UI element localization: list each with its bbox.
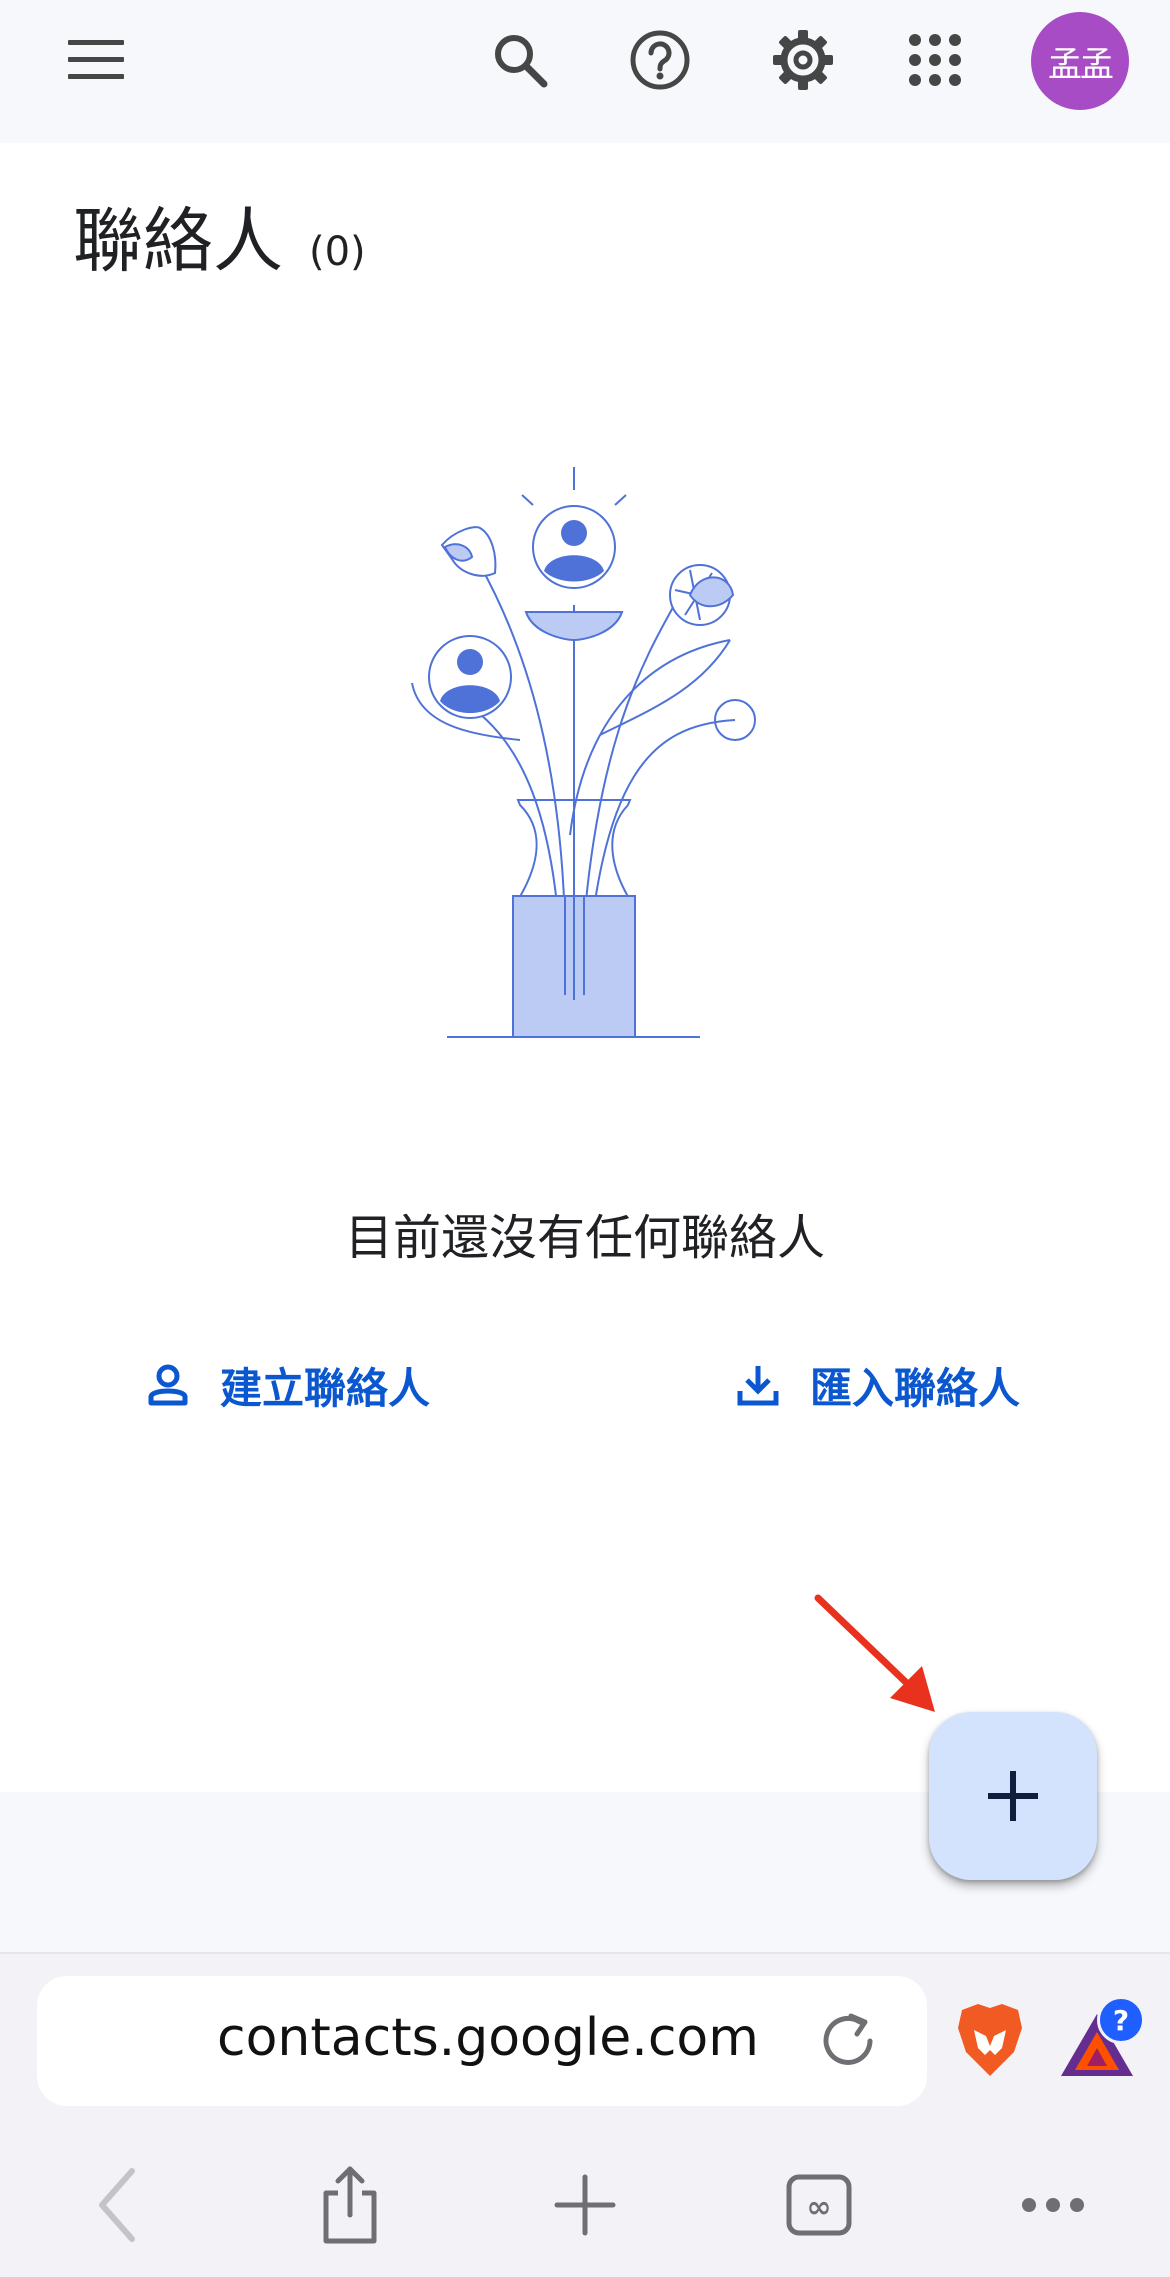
plus-icon [554, 2174, 616, 2236]
bat-badge-text: ? [1112, 2003, 1130, 2037]
brave-lion-icon[interactable] [950, 2000, 1030, 2080]
create-contact-label: 建立聯絡人 [220, 1363, 431, 1413]
add-contact-fab[interactable] [929, 1712, 1097, 1880]
settings-button[interactable] [753, 10, 853, 110]
contact-count: (0) [309, 229, 366, 275]
page-heading: 聯絡人 (0) [73, 185, 366, 286]
tabs-button[interactable]: ∞ [774, 2160, 864, 2250]
apps-button[interactable] [885, 10, 985, 110]
bat-rewards-button[interactable]: ? [1055, 1996, 1145, 2086]
apps-icon [909, 34, 961, 86]
annotation-arrow [814, 1594, 935, 1712]
share-button[interactable] [305, 2160, 395, 2250]
back-button[interactable] [72, 2160, 162, 2250]
url-text: contacts.google.com [217, 2008, 759, 2068]
new-tab-button[interactable] [540, 2160, 630, 2250]
import-contacts-button[interactable]: 匯入聯絡人 [734, 1350, 1020, 1420]
more-button[interactable] [1008, 2160, 1098, 2250]
account-avatar[interactable]: 孟孟 [1031, 12, 1129, 110]
back-icon [99, 2168, 135, 2242]
page-title: 聯絡人 [73, 200, 283, 282]
search-button[interactable] [470, 10, 570, 110]
address-bar[interactable]: contacts.google.com [37, 1976, 927, 2106]
plus-icon [988, 1771, 1038, 1821]
settings-icon [773, 30, 833, 90]
import-contacts-label: 匯入聯絡人 [810, 1363, 1021, 1413]
share-icon [323, 2166, 377, 2244]
download-icon [734, 1361, 782, 1409]
top-app-bar: 孟孟 [0, 0, 1170, 143]
menu-icon [68, 40, 124, 79]
menu-button[interactable] [46, 10, 146, 110]
search-icon [495, 35, 548, 88]
more-icon [1022, 2198, 1084, 2212]
help-button[interactable] [610, 10, 710, 110]
reload-icon[interactable] [815, 2008, 881, 2074]
person-icon [144, 1361, 192, 1409]
create-contact-button[interactable]: 建立聯絡人 [144, 1350, 430, 1420]
bat-badge: ? [1097, 1996, 1145, 2044]
avatar-initials: 孟孟 [1048, 44, 1114, 85]
tabs-icon: ∞ [786, 2174, 852, 2236]
svg-text:∞: ∞ [807, 2190, 832, 2225]
empty-state-illustration [411, 467, 756, 1038]
help-icon [630, 30, 690, 90]
empty-state-message: 目前還沒有任何聯絡人 [344, 1210, 825, 1266]
